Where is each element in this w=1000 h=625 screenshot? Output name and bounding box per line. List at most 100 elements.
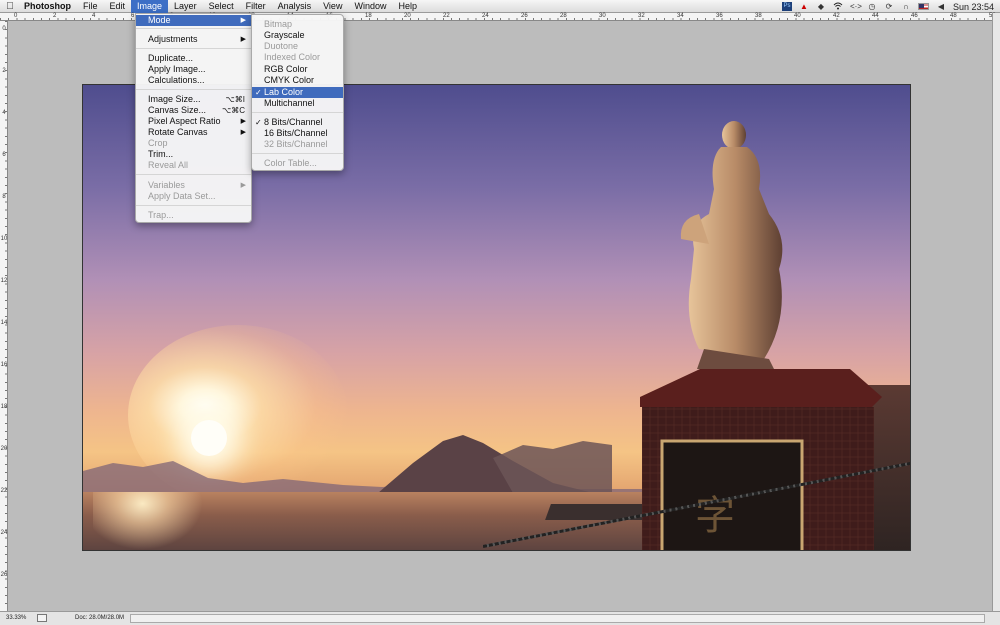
- ruler-tick-label: 36: [716, 13, 723, 19]
- ruler-tick-label: 2: [2, 68, 6, 74]
- checkmark-icon: ✓: [255, 118, 262, 127]
- menu-window[interactable]: Window: [348, 0, 392, 13]
- menu-item-trap[interactable]: Trap...: [136, 210, 251, 221]
- ruler-tick-label: 4: [2, 110, 6, 116]
- submenu-arrow-icon: ▶: [240, 118, 246, 125]
- ruler-tick-label: 12: [0, 278, 8, 284]
- vertical-ruler[interactable]: 0 2 4 6 8 10 12 14 16 18 20 22 24 26: [0, 21, 8, 611]
- ruler-tick-label: 14: [0, 320, 8, 326]
- ruler-tick-label: 42: [833, 13, 840, 19]
- back-forward-icon[interactable]: <·>: [850, 2, 862, 11]
- photoshop-window:  Photoshop File Edit Image Layer Select…: [0, 0, 1000, 625]
- mode-item-lab-color[interactable]: ✓ Lab Color: [252, 87, 343, 98]
- ruler-tick-label: 48: [950, 13, 957, 19]
- menu-item-apply-data-set[interactable]: Apply Data Set...: [136, 191, 251, 202]
- flag-icon[interactable]: [917, 3, 929, 10]
- shortcut-label: ⌥⌘I: [225, 95, 245, 104]
- menu-item-duplicate[interactable]: Duplicate...: [136, 53, 251, 64]
- menu-help[interactable]: Help: [392, 0, 423, 13]
- ruler-tick-label: 0: [14, 13, 18, 19]
- mode-item-multichannel[interactable]: Multichannel: [252, 98, 343, 109]
- mode-item-32-bits[interactable]: 32 Bits/Channel: [252, 139, 343, 150]
- mode-submenu: Bitmap Grayscale Duotone Indexed Color R…: [251, 14, 344, 171]
- menu-filter[interactable]: Filter: [240, 0, 272, 13]
- zoom-level[interactable]: 33.33%: [6, 615, 26, 621]
- vertical-scrollbar[interactable]: [992, 13, 1000, 611]
- menu-item-mode[interactable]: Mode ▶: [136, 15, 251, 26]
- menu-item-crop[interactable]: Crop: [136, 138, 251, 149]
- ruler-tick-label: 40: [794, 13, 801, 19]
- document-info-icon[interactable]: [37, 614, 47, 622]
- ruler-tick-label: 20: [404, 13, 411, 19]
- submenu-arrow-icon: ▶: [240, 129, 246, 136]
- menu-item-label: Adjustments: [148, 34, 198, 44]
- menu-extras: Ps ▲ ◆ <·> ◷ ⟳ ∩ ◀ Sun 23:54: [781, 0, 994, 13]
- image-menu-dropdown: Mode ▶ Adjustments ▶ Duplicate... Apply …: [135, 13, 252, 223]
- menu-separator: [252, 112, 343, 113]
- headphones-icon[interactable]: ∩: [901, 2, 911, 11]
- menu-layer[interactable]: Layer: [168, 0, 203, 13]
- menu-item-pixel-aspect-ratio[interactable]: Pixel Aspect Ratio ▶: [136, 116, 251, 127]
- mode-item-color-table[interactable]: Color Table...: [252, 158, 343, 169]
- menu-image[interactable]: Image: [131, 0, 169, 13]
- mode-item-bitmap[interactable]: Bitmap: [252, 19, 343, 30]
- menu-item-label: Variables: [148, 180, 185, 190]
- menu-item-variables[interactable]: Variables ▶: [136, 180, 251, 191]
- menu-item-calculations[interactable]: Calculations...: [136, 75, 251, 86]
- dropbox-icon[interactable]: ◆: [816, 2, 826, 11]
- menu-item-label: Canvas Size...: [148, 105, 207, 115]
- menu-item-canvas-size[interactable]: Canvas Size... ⌥⌘C: [136, 105, 251, 116]
- menu-item-reveal-all[interactable]: Reveal All: [136, 160, 251, 171]
- menu-item-rotate-canvas[interactable]: Rotate Canvas ▶: [136, 127, 251, 138]
- ruler-tick-label: 16: [0, 362, 8, 368]
- menu-item-apply-image[interactable]: Apply Image...: [136, 64, 251, 75]
- checkmark-icon: ✓: [255, 88, 262, 97]
- mode-item-grayscale[interactable]: Grayscale: [252, 30, 343, 41]
- menu-select[interactable]: Select: [203, 0, 240, 13]
- menu-edit[interactable]: Edit: [104, 0, 132, 13]
- app-menu[interactable]: Photoshop: [20, 0, 77, 13]
- menu-view[interactable]: View: [317, 0, 348, 13]
- menu-separator: [136, 28, 251, 29]
- ruler-tick-label: 34: [677, 13, 684, 19]
- ruler-tick-label: 32: [638, 13, 645, 19]
- mode-item-rgb-color[interactable]: RGB Color: [252, 64, 343, 75]
- adobe-icon[interactable]: ▲: [799, 2, 809, 11]
- menu-item-trim[interactable]: Trim...: [136, 149, 251, 160]
- submenu-arrow-icon: ▶: [240, 17, 246, 24]
- menu-analysis[interactable]: Analysis: [272, 0, 318, 13]
- mode-item-indexed-color[interactable]: Indexed Color: [252, 52, 343, 63]
- mode-item-cmyk-color[interactable]: CMYK Color: [252, 75, 343, 86]
- wifi-icon[interactable]: [833, 2, 843, 11]
- sync-icon[interactable]: ⟳: [884, 2, 894, 11]
- menu-separator: [252, 153, 343, 154]
- ps-icon[interactable]: Ps: [781, 2, 792, 11]
- menu-item-label: 8 Bits/Channel: [264, 117, 323, 127]
- ruler-tick-label: 18: [0, 404, 8, 410]
- ruler-tick-label: 24: [0, 530, 8, 536]
- document-status-bar: 33.33% Doc: 28.0M/28.0M: [0, 611, 1000, 625]
- menu-clock[interactable]: Sun 23:54: [953, 2, 994, 12]
- doc-size-info[interactable]: Doc: 28.0M/28.0M: [75, 615, 124, 621]
- mode-item-16-bits[interactable]: 16 Bits/Channel: [252, 128, 343, 139]
- menu-item-image-size[interactable]: Image Size... ⌥⌘I: [136, 94, 251, 105]
- ruler-tick-label: 26: [521, 13, 528, 19]
- volume-icon[interactable]: ◀: [936, 2, 946, 11]
- menu-item-adjustments[interactable]: Adjustments ▶: [136, 34, 251, 45]
- mode-item-8-bits[interactable]: ✓ 8 Bits/Channel: [252, 117, 343, 128]
- ruler-tick-label: 26: [0, 572, 8, 578]
- ruler-tick-label: 8: [2, 194, 6, 200]
- ruler-tick-label: 46: [911, 13, 918, 19]
- menu-bar:  Photoshop File Edit Image Layer Select…: [0, 0, 1000, 13]
- menu-file[interactable]: File: [77, 0, 104, 13]
- menu-item-label: Mode: [148, 15, 171, 25]
- ruler-tick-label: 6: [131, 13, 135, 19]
- horizontal-scrollbar[interactable]: [130, 614, 985, 623]
- clock-icon[interactable]: ◷: [867, 2, 877, 11]
- ruler-tick-label: 38: [755, 13, 762, 19]
- ruler-tick-label: 20: [0, 446, 8, 452]
- mode-item-duotone[interactable]: Duotone: [252, 41, 343, 52]
- apple-menu-icon[interactable]: : [0, 1, 20, 12]
- menu-separator: [136, 89, 251, 90]
- menu-separator: [136, 205, 251, 206]
